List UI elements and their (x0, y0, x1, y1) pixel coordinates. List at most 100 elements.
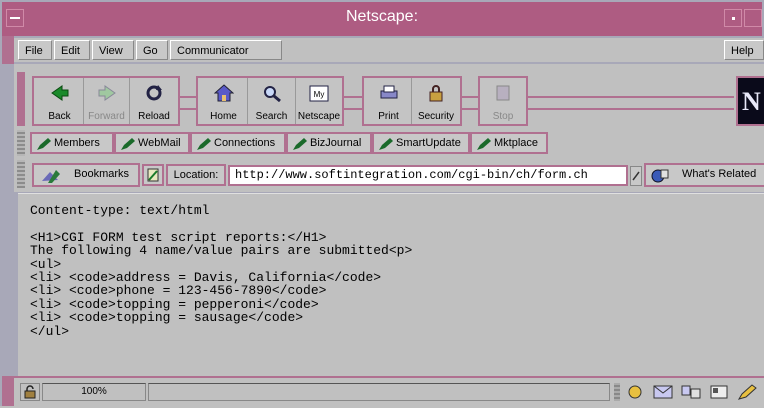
page-proxy-button[interactable] (142, 164, 164, 186)
whats-related-button[interactable]: What's Related (644, 163, 764, 187)
page-source-text: Content-type: text/html <H1>CGI FORM tes… (30, 203, 413, 339)
bizjournal-label: BizJournal (310, 137, 362, 149)
bookmark-pen-icon (37, 138, 51, 150)
print-icon (380, 85, 397, 99)
security-button[interactable]: Security (412, 78, 460, 124)
search-icon (263, 86, 281, 102)
members-label: Members (54, 137, 100, 149)
component-bar-icons (614, 381, 764, 403)
menu-file[interactable]: File (18, 40, 52, 60)
page-content[interactable]: Content-type: text/html <H1>CGI FORM tes… (18, 193, 764, 366)
statusbar-grip[interactable] (2, 376, 14, 406)
minimize-button[interactable] (724, 9, 742, 27)
smartupdate-button[interactable]: SmartUpdate (372, 132, 470, 154)
personal-toolbar-grip[interactable] (17, 130, 25, 156)
mktplace-label: Mktplace (494, 137, 539, 149)
back-arrow-icon (50, 85, 68, 101)
menu-view-label: View (99, 45, 123, 57)
bookmarks-button[interactable]: Bookmarks (32, 163, 140, 187)
netscape-logo-letter: N (742, 87, 761, 116)
netscape-button[interactable]: My Netscape (296, 78, 342, 124)
webmail-button[interactable]: WebMail (114, 132, 190, 154)
menu-edit-label: Edit (61, 45, 80, 57)
window-title: Netscape: (345, 8, 419, 25)
menu-view[interactable]: View (92, 40, 134, 60)
nav-toolbar-grip[interactable] (17, 72, 25, 126)
stop-icon (496, 85, 510, 101)
whats-related-label: What's Related (682, 168, 757, 180)
home-icon (213, 84, 234, 102)
maximize-button[interactable] (744, 9, 762, 27)
netscape-icon-text: My (314, 90, 325, 99)
netscape-icon: My (309, 85, 329, 102)
bookmark-pen-icon (197, 138, 211, 150)
print-button[interactable]: Print (366, 78, 412, 124)
content-bottom-margin (18, 365, 764, 376)
reload-button[interactable]: Reload (130, 78, 178, 124)
home-button[interactable]: Home (200, 78, 248, 124)
browser-window: Netscape: File Edit View Go Communicator… (0, 0, 764, 408)
stop-label: Stop (492, 111, 514, 122)
mktplace-button[interactable]: Mktplace (470, 132, 548, 154)
bookmark-pen-icon (293, 138, 307, 150)
menu-edit[interactable]: Edit (54, 40, 90, 60)
location-url-input[interactable]: http://www.softintegration.com/cgi-bin/c… (228, 165, 628, 186)
composer-component-icon[interactable] (736, 383, 758, 401)
bizjournal-button[interactable]: BizJournal (286, 132, 372, 154)
forward-arrow-icon (98, 85, 116, 101)
reload-icon (146, 85, 162, 101)
back-label: Back (48, 111, 71, 122)
component-bar-grip[interactable] (614, 383, 620, 401)
netscape-logo[interactable]: N (736, 76, 764, 126)
menu-file-label: File (25, 45, 43, 57)
url-dropdown-button[interactable] (630, 166, 642, 186)
status-message (148, 383, 610, 401)
security-lock-icon (429, 85, 443, 102)
title-bar: Netscape: (2, 2, 762, 36)
members-button[interactable]: Members (30, 132, 114, 154)
search-label: Search (255, 111, 288, 122)
location-page-icon (147, 168, 159, 182)
menu-communicator[interactable]: Communicator (170, 40, 282, 60)
status-bar: 100% (14, 376, 764, 408)
toolbar-connector (528, 96, 734, 110)
connections-label: Connections (214, 137, 276, 149)
location-label: Location: (166, 164, 226, 186)
window-left-edge (0, 192, 18, 376)
stop-button[interactable]: Stop (482, 78, 524, 124)
forward-button[interactable]: Forward (84, 78, 130, 124)
newsgroups-component-icon[interactable] (680, 383, 702, 401)
address-book-component-icon[interactable] (708, 383, 730, 401)
nav-group-stop: Stop (478, 76, 528, 126)
toolbar-connector (344, 96, 362, 110)
bookmarks-icon (42, 170, 60, 183)
mail-component-icon[interactable] (652, 383, 674, 401)
netscape-label: Netscape (297, 111, 341, 122)
security-padlock-icon[interactable] (20, 383, 40, 401)
home-label: Home (210, 111, 237, 122)
progress-indicator: 100% (42, 383, 146, 401)
menu-go-label: Go (143, 45, 158, 57)
print-label: Print (378, 111, 399, 122)
search-button[interactable]: Search (248, 78, 296, 124)
reload-label: Reload (138, 111, 170, 122)
menu-bar: File Edit View Go Communicator Help (14, 38, 764, 62)
security-label: Security (417, 111, 455, 122)
forward-label: Forward (88, 111, 125, 122)
chevron-down-icon (632, 171, 640, 181)
bookmark-pen-icon (121, 138, 135, 150)
menu-help[interactable]: Help (724, 40, 764, 60)
padlock-glyph (24, 385, 36, 399)
toolbar-connector (462, 96, 478, 110)
menubar-grip[interactable] (2, 36, 14, 64)
location-toolbar-grip[interactable] (17, 160, 25, 188)
nav-group-history: Back Forward Reload (32, 76, 180, 126)
connections-button[interactable]: Connections (190, 132, 286, 154)
toolbar-connector (180, 96, 196, 110)
smartupdate-label: SmartUpdate (396, 137, 461, 149)
back-button[interactable]: Back (36, 78, 84, 124)
nav-group-home: Home Search My Netscape (196, 76, 344, 126)
navigator-component-icon[interactable] (624, 383, 646, 401)
nav-group-print: Print Security (362, 76, 462, 126)
menu-go[interactable]: Go (136, 40, 168, 60)
